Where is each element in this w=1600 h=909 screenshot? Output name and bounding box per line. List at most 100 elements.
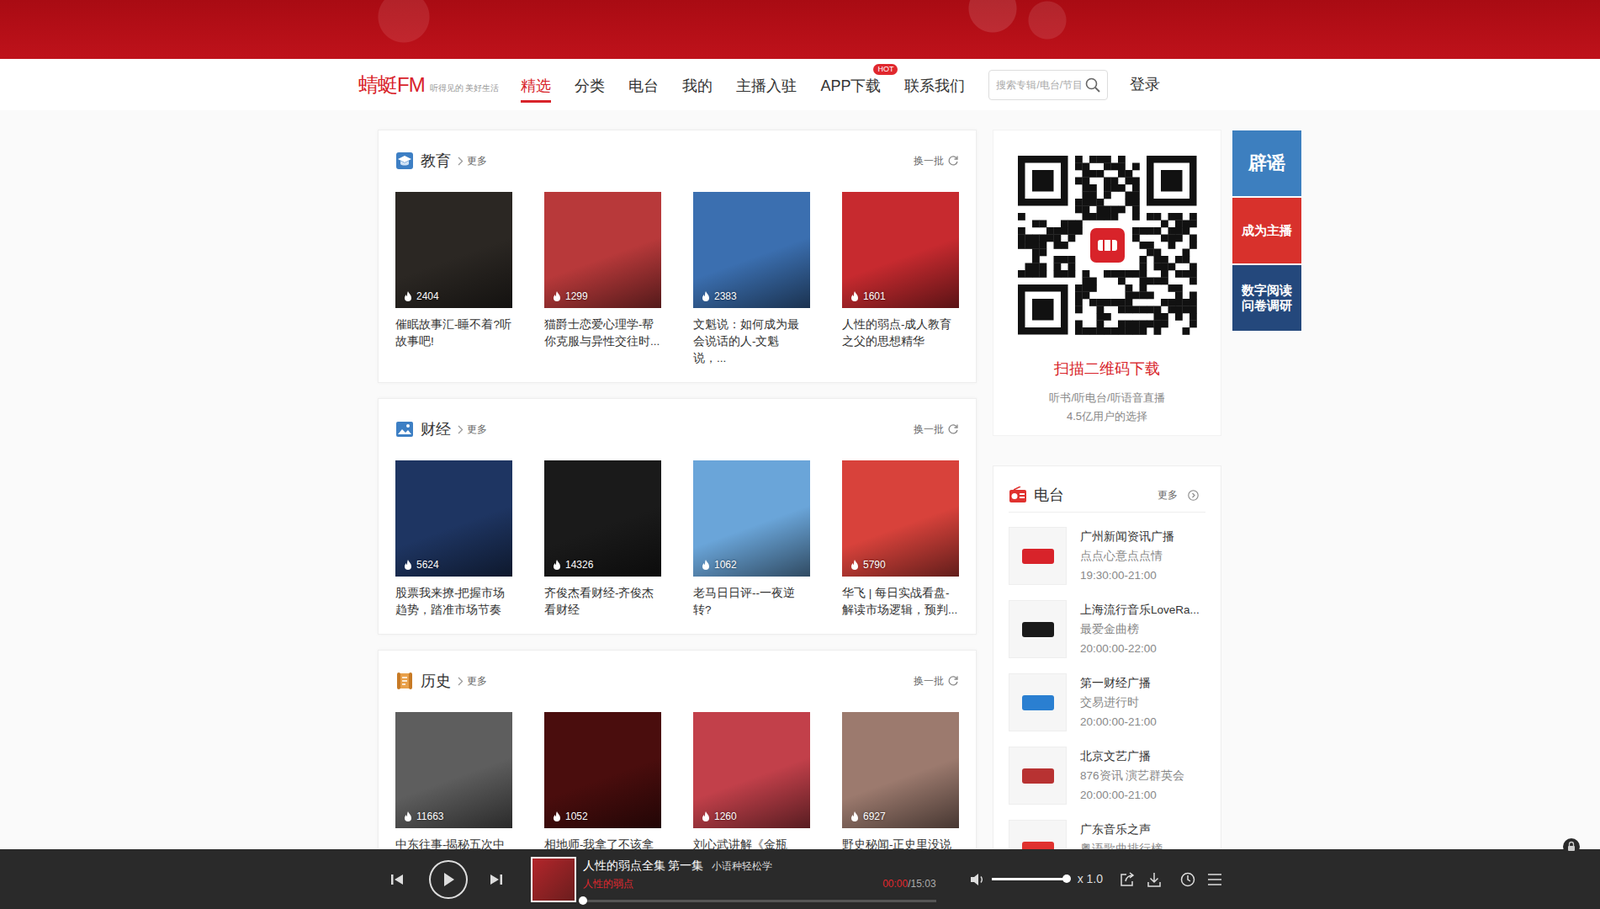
side-ad-label[interactable]: 数字阅读问卷调研	[1239, 282, 1295, 313]
nav-label[interactable]: 我的	[682, 77, 713, 95]
station-logo[interactable]	[1008, 526, 1067, 585]
album-card[interactable]: 1601 人性的弱点-成人教育之父的思想精华	[842, 191, 959, 350]
progress-track[interactable]	[582, 899, 937, 902]
volume-slider[interactable]	[991, 877, 1067, 880]
nav-label[interactable]: APP下载	[820, 77, 881, 95]
album-title[interactable]: 华飞 | 每日实战看盘-解读市场逻辑，预判...	[842, 584, 959, 619]
station-name[interactable]: 北京文艺广播	[1080, 746, 1185, 766]
album-cover[interactable]: 1299	[544, 191, 662, 308]
nav-link[interactable]: APP下载HOT	[820, 58, 881, 103]
album-card[interactable]: 14326 齐俊杰看财经-齐俊杰看财经	[544, 460, 662, 619]
refresh-icon[interactable]	[947, 674, 959, 687]
nav-link[interactable]: 精选	[520, 58, 551, 103]
previous-icon[interactable]	[390, 872, 404, 886]
nav-link[interactable]: 分类	[574, 58, 605, 103]
login-link[interactable]: 登录	[1129, 73, 1161, 96]
playlist-icon[interactable]	[1207, 872, 1223, 886]
album-card[interactable]: 1062 老马日日评--一夜逆转?	[693, 460, 811, 619]
search-icon[interactable]	[1085, 77, 1101, 93]
speed-button[interactable]: x 1.0	[1077, 869, 1103, 888]
album-cover[interactable]: 1052	[544, 711, 662, 828]
station-logo[interactable]	[1008, 599, 1067, 658]
lock-icon[interactable]	[1562, 837, 1580, 855]
side-ad-label[interactable]: 辟谣	[1248, 152, 1286, 175]
progress-knob[interactable]	[578, 895, 588, 905]
album-card[interactable]: 1052相地师-我拿了不该拿的东西，犯了山里的...	[544, 711, 662, 870]
nav-label[interactable]: 电台	[628, 77, 659, 95]
more-label[interactable]: 更多	[1157, 487, 1178, 503]
nav-link[interactable]: 联系我们	[904, 58, 965, 103]
next-icon[interactable]	[489, 872, 504, 886]
more-link[interactable]: 更多	[457, 153, 488, 169]
play-icon[interactable]	[441, 871, 456, 887]
chevron-icon[interactable]	[457, 156, 464, 166]
share-icon[interactable]	[1119, 871, 1135, 887]
nav-link[interactable]: 电台	[628, 58, 659, 103]
album-card[interactable]: 2383文魁说：如何成为最会说话的人-文魁说，...	[693, 191, 811, 367]
more-label[interactable]: 更多	[466, 153, 488, 169]
album-title[interactable]: 股票我来撩-把握市场趋势，踏准市场节奏	[395, 584, 513, 619]
track-thumbnail[interactable]	[530, 856, 577, 902]
refresh-button[interactable]: 换一批	[913, 153, 959, 169]
station-logo[interactable]	[1008, 672, 1067, 732]
refresh-label[interactable]: 换一批	[913, 153, 944, 169]
album-title[interactable]: 猫爵士恋爱心理学-帮你克服与异性交往时...	[544, 316, 662, 350]
album-cover[interactable]: 1601	[842, 191, 959, 308]
album-cover[interactable]: 5790	[842, 460, 959, 577]
album-cover[interactable]: 6927	[842, 711, 959, 828]
chevron-icon[interactable]	[457, 424, 464, 435]
volume-icon[interactable]	[969, 872, 986, 886]
refresh-button[interactable]: 换一批	[913, 421, 959, 437]
station-name[interactable]: 广州新闻资讯广播	[1080, 526, 1175, 546]
nav-link[interactable]: 我的	[682, 58, 713, 103]
nav-link[interactable]: 主播入驻	[736, 58, 797, 103]
nav-label[interactable]: 主播入驻	[736, 77, 797, 95]
search-input[interactable]	[989, 77, 1086, 93]
album-card[interactable]: 2404 催眠故事汇-睡不着?听故事吧!	[395, 191, 513, 350]
station-item[interactable]: 上海流行音乐LoveRa...最爱金曲榜20:00:00-22:00	[1008, 599, 1206, 658]
album-title[interactable]: 齐俊杰看财经-齐俊杰看财经	[544, 584, 662, 619]
side-ad[interactable]: 成为主播	[1232, 197, 1302, 264]
logo[interactable]: 蜻蜓FM听得见的 美好生活	[358, 72, 499, 98]
download-icon[interactable]	[1146, 871, 1162, 887]
album-card[interactable]: 6927野史秘闻-正史里没说的，这里都有	[842, 711, 959, 870]
refresh-label[interactable]: 换一批	[913, 421, 944, 437]
volume-knob[interactable]	[1062, 874, 1071, 883]
station-name[interactable]: 广东音乐之声	[1080, 819, 1163, 839]
refresh-label[interactable]: 换一批	[913, 672, 944, 689]
album-card[interactable]: 1299 猫爵士恋爱心理学-帮你克服与异性交往时...	[544, 191, 662, 350]
more-label[interactable]: 更多	[466, 672, 488, 689]
album-cover[interactable]: 14326	[544, 460, 662, 577]
side-ad-label[interactable]: 成为主播	[1241, 222, 1293, 239]
play-button[interactable]	[429, 859, 468, 899]
album-title[interactable]: 催眠故事汇-睡不着?听故事吧!	[395, 316, 513, 350]
logo-text[interactable]: 蜻蜓FM	[358, 72, 425, 98]
clock-icon[interactable]	[1180, 871, 1196, 887]
track-channel[interactable]: 小语种轻松学	[711, 859, 773, 872]
nav-label[interactable]: 联系我们	[904, 77, 965, 95]
album-title[interactable]: 老马日日评--一夜逆转?	[693, 584, 811, 619]
album-card[interactable]: 5624 股票我来撩-把握市场趋势，踏准市场节奏	[395, 460, 513, 619]
refresh-icon[interactable]	[947, 423, 959, 435]
station-item[interactable]: 北京文艺广播876资讯 演艺群英会20:00:00-21:00	[1008, 746, 1206, 805]
album-cover[interactable]: 1062	[693, 460, 811, 577]
station-name[interactable]: 上海流行音乐LoveRa...	[1080, 599, 1200, 620]
track-album[interactable]: 人性的弱点	[582, 874, 634, 893]
more-link[interactable]: 更多	[1157, 487, 1199, 503]
refresh-button[interactable]: 换一批	[913, 672, 959, 689]
album-cover[interactable]: 11663	[395, 711, 513, 828]
more-label[interactable]: 更多	[466, 421, 488, 437]
album-title[interactable]: 人性的弱点-成人教育之父的思想精华	[842, 316, 959, 350]
nav-label[interactable]: 分类	[574, 77, 605, 95]
album-cover[interactable]: 2383	[693, 191, 811, 308]
side-ad[interactable]: 辟谣	[1232, 130, 1302, 197]
station-name[interactable]: 第一财经广播	[1080, 672, 1157, 693]
album-cover[interactable]: 5624	[395, 460, 513, 577]
station-logo[interactable]	[1008, 746, 1067, 805]
chevron-icon[interactable]	[457, 676, 464, 686]
more-link[interactable]: 更多	[457, 421, 488, 437]
album-card[interactable]: 5790 华飞 | 每日实战看盘-解读市场逻辑，预判...	[842, 460, 959, 619]
station-item[interactable]: 广州新闻资讯广播点点心意点点情19:30:00-21:00	[1008, 526, 1206, 585]
refresh-icon[interactable]	[947, 154, 959, 167]
album-cover[interactable]: 2404	[395, 191, 513, 308]
